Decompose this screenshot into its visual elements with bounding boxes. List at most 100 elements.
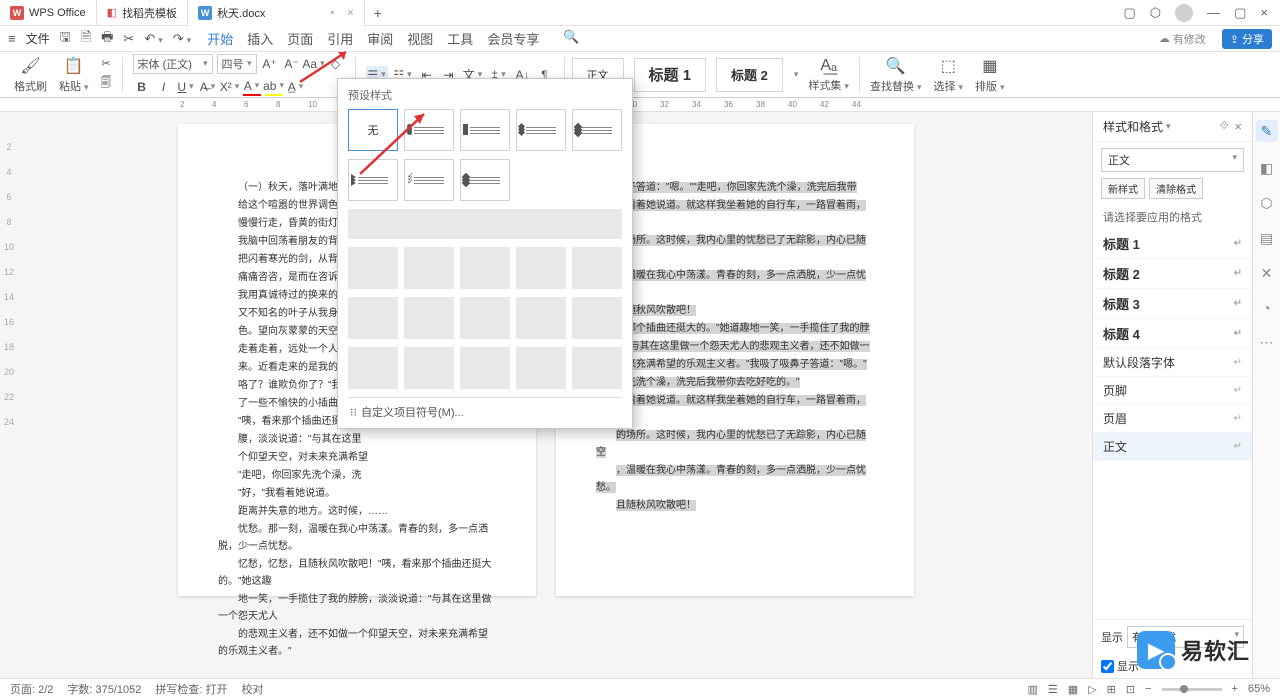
view-mode-3-icon[interactable]: ▦ [1068, 683, 1078, 696]
italic-icon[interactable]: I [155, 78, 173, 96]
case-icon[interactable]: Aa▾ [305, 55, 323, 73]
page-indicator[interactable]: 页面: 2/2 [10, 681, 53, 697]
underline-icon[interactable]: U▾ [177, 78, 195, 96]
paste-group[interactable]: 📋粘贴▾ [53, 56, 95, 94]
tools-icon[interactable]: ✕ [1261, 265, 1273, 282]
style-h2[interactable]: 标题 2 [716, 58, 783, 92]
view-mode-4-icon[interactable]: ▷ [1088, 683, 1096, 696]
bullet-placeholder[interactable] [348, 347, 398, 389]
bullet-placeholder[interactable] [572, 297, 622, 339]
zoom-in-icon[interactable]: + [1232, 683, 1238, 695]
tab-home[interactable]: WWPS Office [0, 0, 97, 26]
minimize-icon[interactable]: — [1207, 5, 1220, 20]
style-item[interactable]: 页眉↵ [1093, 405, 1252, 433]
restore-icon[interactable]: ▢ [1123, 5, 1135, 21]
copy-icon[interactable]: 🗐 [101, 74, 112, 93]
tab-view[interactable]: 视图 [407, 29, 433, 48]
style-item[interactable]: 默认段落字体↵ [1093, 349, 1252, 377]
layers-icon[interactable]: ▤ [1260, 230, 1273, 247]
style-item[interactable]: 标题 1↵ [1093, 229, 1252, 259]
file-menu[interactable]: 文件 [26, 30, 50, 47]
add-tab-button[interactable]: + [365, 5, 391, 21]
find-replace-button[interactable]: 🔍查找替换▾ [864, 56, 928, 94]
word-count[interactable]: 字数: 375/1052 [67, 681, 141, 697]
style-item[interactable]: 标题 3↵ [1093, 289, 1252, 319]
new-style-button[interactable]: 新样式 [1101, 178, 1145, 199]
custom-bullet-option[interactable]: ⁝⁝自定义项目符号(M)... [348, 397, 622, 424]
bullet-placeholder[interactable] [516, 347, 566, 389]
grow-font-icon[interactable]: A⁺ [261, 55, 279, 73]
style-item[interactable]: 标题 4↵ [1093, 319, 1252, 349]
font-color-icon[interactable]: A▾ [243, 78, 261, 96]
select-button[interactable]: ⬚选择▾ [927, 56, 969, 94]
bullet-triangle[interactable] [348, 159, 398, 201]
bullet-placeholder[interactable] [404, 297, 454, 339]
panel-close-icon[interactable]: × [1234, 119, 1242, 134]
avatar[interactable] [1175, 4, 1193, 22]
zoom-slider[interactable] [1162, 688, 1222, 691]
close-icon[interactable]: × [347, 7, 353, 19]
format-brush-group[interactable]: 🖌格式刷 [8, 56, 53, 94]
properties-icon[interactable]: ◧ [1260, 160, 1273, 177]
tab-reference[interactable]: 引用 [327, 29, 353, 48]
tab-page[interactable]: 页面 [287, 29, 313, 48]
size-select[interactable]: 四号▾ [217, 54, 257, 74]
preview-icon[interactable]: 🗎 [81, 28, 91, 50]
maximize-icon[interactable]: ▢ [1234, 5, 1246, 21]
hamburger-icon[interactable]: ≡ [8, 31, 16, 46]
close-window-icon[interactable]: × [1260, 5, 1268, 20]
bullet-square[interactable] [460, 109, 510, 151]
bold-icon[interactable]: B [133, 78, 151, 96]
modified-badge[interactable]: ☁有修改 [1151, 29, 1214, 49]
style-item[interactable]: 标题 2↵ [1093, 259, 1252, 289]
clock-icon[interactable]: ◔ [1262, 300, 1270, 316]
shrink-font-icon[interactable]: A⁻ [283, 55, 301, 73]
ruler[interactable]: 2468101214161820222426283032343638404244 [0, 98, 1280, 112]
save-icon[interactable]: 🖫 [60, 28, 71, 50]
bullet-placeholder[interactable] [516, 247, 566, 289]
more-icon[interactable]: ⋯ [1260, 334, 1274, 351]
super-icon[interactable]: X²▾ [221, 78, 239, 96]
cube-icon[interactable]: ⬡ [1150, 5, 1161, 21]
bullet-placeholder[interactable] [348, 247, 398, 289]
style-item[interactable]: 页脚↵ [1093, 377, 1252, 405]
bullet-placeholder[interactable] [404, 347, 454, 389]
bullet-hollow-diamond2[interactable] [460, 159, 510, 201]
style-item[interactable]: 正文↵ [1093, 433, 1252, 461]
pin-icon[interactable]: ⟐ [1220, 120, 1229, 133]
style-h1[interactable]: 标题 1 [634, 58, 707, 92]
print-icon[interactable]: 🖶 [101, 28, 113, 50]
tab-start[interactable]: 开始 [207, 29, 233, 48]
tab-template[interactable]: ◧找稻壳模板 [97, 0, 188, 26]
bullet-placeholder[interactable] [460, 347, 510, 389]
cut-icon[interactable]: ✂ [101, 57, 110, 70]
view-mode-1-icon[interactable]: ▥ [1028, 683, 1038, 696]
view-mode-5-icon[interactable]: ⊞ [1107, 683, 1116, 696]
tab-insert[interactable]: 插入 [247, 29, 273, 48]
share-button[interactable]: ⇪ 分享 [1222, 29, 1272, 49]
bullet-placeholder[interactable] [572, 347, 622, 389]
tab-member[interactable]: 会员专享 [487, 29, 539, 48]
search-icon[interactable]: 🔍 [563, 29, 579, 48]
styleset-button[interactable]: A͟ₐ样式集▾ [802, 57, 855, 93]
view-mode-2-icon[interactable]: ☰ [1048, 683, 1058, 696]
checkbox[interactable] [1101, 660, 1114, 673]
clear-format-button[interactable]: 清除格式 [1149, 178, 1203, 199]
strike-icon[interactable]: A̶▾ [199, 78, 217, 96]
clear-format-icon[interactable]: ◇ [327, 55, 345, 73]
bullet-check[interactable] [404, 159, 454, 201]
bullet-disc[interactable] [404, 109, 454, 151]
undo-icon[interactable]: ↶▾ [144, 31, 162, 47]
bullet-hollow-diamond[interactable] [572, 109, 622, 151]
shape-icon[interactable]: ⬡ [1260, 195, 1272, 212]
zoom-out-icon[interactable]: − [1145, 683, 1151, 695]
bullet-placeholder[interactable] [460, 297, 510, 339]
bullet-placeholder[interactable] [572, 247, 622, 289]
tab-document[interactable]: W秋天.docx•× [188, 0, 365, 26]
zoom-value[interactable]: 65% [1248, 683, 1270, 695]
bullet-placeholder[interactable] [348, 297, 398, 339]
bullet-none[interactable]: 无 [348, 109, 398, 151]
font-select[interactable]: 宋体 (正文)▾ [133, 54, 213, 74]
redo-icon[interactable]: ↷▾ [173, 31, 191, 47]
undo-split-icon[interactable]: ✂ [123, 31, 134, 47]
